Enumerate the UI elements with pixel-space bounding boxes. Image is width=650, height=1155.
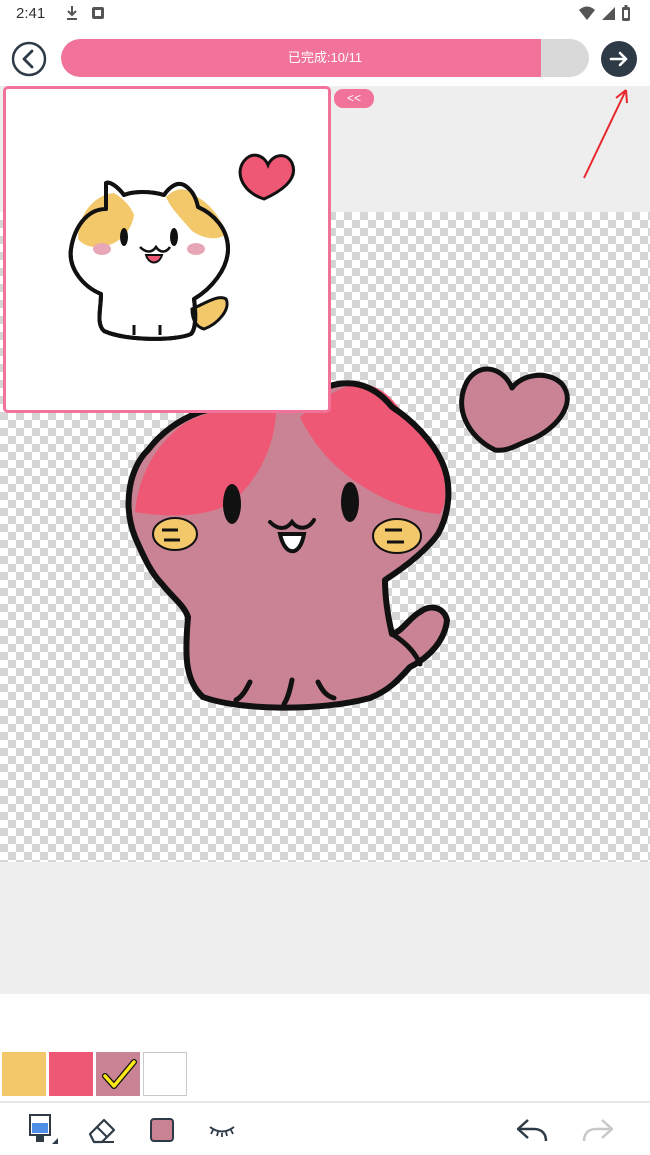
- signal-icon: [602, 7, 615, 20]
- hint-arrow-icon: [583, 89, 628, 179]
- current-color-icon[interactable]: [142, 1110, 182, 1150]
- undo-icon[interactable]: [512, 1110, 552, 1150]
- download-icon: [67, 6, 77, 20]
- eraser-icon[interactable]: [82, 1110, 122, 1150]
- reference-cat-image: [68, 153, 295, 341]
- reference-preview-panel[interactable]: [3, 86, 331, 413]
- color-swatch-red[interactable]: [49, 1052, 93, 1096]
- checkmark-icon: [102, 1059, 137, 1089]
- wifi-icon: [579, 6, 595, 20]
- progress-label: 已完成:10/11: [287, 50, 363, 65]
- collapse-preview-button[interactable]: <<: [334, 89, 374, 108]
- paint-bucket-icon[interactable]: [22, 1110, 62, 1150]
- status-time: 2:41: [16, 5, 46, 22]
- progress-bar: 已完成:10/11: [61, 39, 589, 77]
- color-swatch-mauve[interactable]: [96, 1052, 140, 1096]
- back-arrow-icon[interactable]: [11, 41, 47, 77]
- toolbar-divider: [0, 1101, 650, 1103]
- forward-arrow-icon[interactable]: [600, 40, 638, 78]
- notification-icon: [92, 7, 104, 19]
- redo-icon[interactable]: [578, 1110, 618, 1150]
- color-swatch-yellow[interactable]: [2, 1052, 46, 1096]
- status-bar: 2:41: [0, 0, 650, 30]
- hide-eye-icon[interactable]: [202, 1110, 242, 1150]
- color-swatch-white[interactable]: [143, 1052, 187, 1096]
- header-bar: 已完成:10/11: [0, 30, 650, 86]
- battery-icon: [622, 5, 630, 21]
